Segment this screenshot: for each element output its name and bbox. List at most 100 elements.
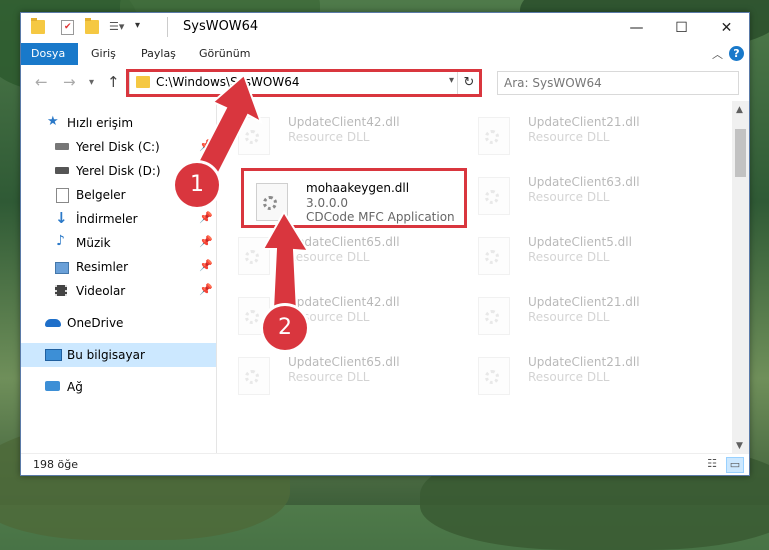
search-input[interactable]: Ara: SysWOW64 <box>497 71 739 95</box>
maximize-button[interactable]: ☐ <box>659 13 704 43</box>
sidebar-item-label: Müzik <box>76 236 111 250</box>
sidebar-item-label: Belgeler <box>76 188 126 202</box>
sidebar-item-network[interactable]: Ağ <box>21 375 216 399</box>
file-name: UpdateClient65.dll <box>288 355 400 369</box>
file-name: UpdateClient21.dll <box>528 355 640 369</box>
step-2-badge: 2 <box>263 306 307 350</box>
file-type: Resource DLL <box>288 250 370 264</box>
sidebar-item-label: Videolar <box>76 284 126 298</box>
dll-file-icon <box>478 237 510 275</box>
title-bar: ✔ ☰▾ ▾ SysWOW64 — ☐ ✕ <box>21 13 749 43</box>
scroll-up-icon[interactable]: ▲ <box>736 105 743 115</box>
file-type: Resource DLL <box>528 250 610 264</box>
scroll-thumb[interactable] <box>735 129 746 177</box>
pictures-icon <box>55 262 69 274</box>
file-name: UpdateClient63.dll <box>528 175 640 189</box>
drive-icon <box>55 143 69 150</box>
file-name: UpdateClient5.dll <box>528 235 632 249</box>
file-highlight-box <box>241 168 467 228</box>
dll-file-icon <box>238 237 270 275</box>
dll-file-icon <box>478 297 510 335</box>
address-highlight-box <box>126 69 482 97</box>
folder-icon <box>31 18 45 34</box>
new-folder-icon[interactable] <box>85 18 99 34</box>
pin-icon[interactable]: 📌 <box>199 235 213 248</box>
close-button[interactable]: ✕ <box>704 13 749 43</box>
cloud-icon <box>45 319 61 327</box>
pane-divider[interactable] <box>216 103 217 453</box>
list-item[interactable]: UpdateClient63.dll Resource DLL <box>466 167 696 221</box>
sidebar-item-label: Ağ <box>67 380 83 394</box>
drive-icon <box>55 167 69 174</box>
sidebar-item-label: Yerel Disk (C:) <box>76 140 160 154</box>
sidebar-item-label: OneDrive <box>67 316 124 330</box>
back-icon[interactable]: ← <box>35 73 48 91</box>
minimize-button[interactable]: — <box>614 13 659 43</box>
tab-giris[interactable]: Giriş <box>81 43 126 65</box>
properties-icon[interactable]: ✔ <box>61 20 74 35</box>
file-name: UpdateClient42.dll <box>288 115 400 129</box>
pin-icon[interactable]: 📌 <box>199 259 213 272</box>
file-type: Resource DLL <box>288 130 370 144</box>
vertical-scrollbar[interactable]: ▲ ▼ <box>732 101 749 453</box>
list-item[interactable]: UpdateClient65.dll Resource DLL <box>226 227 456 281</box>
file-name: UpdateClient21.dll <box>528 295 640 309</box>
list-item[interactable]: UpdateClient21.dll Resource DLL <box>466 347 696 401</box>
download-icon: ↓ <box>55 209 68 227</box>
star-icon: ★ <box>47 114 59 129</box>
tab-dosya[interactable]: Dosya <box>21 43 78 65</box>
sidebar-item-this-pc[interactable]: Bu bilgisayar <box>21 343 216 367</box>
pin-dropdown-icon[interactable]: ▾ <box>135 20 149 34</box>
list-item[interactable]: UpdateClient42.dll Resource DLL <box>226 287 456 341</box>
navigation-pane: ★ Hızlı erişim Yerel Disk (C:) 📌 Yerel D… <box>21 103 216 453</box>
details-view-icon[interactable]: ☷ <box>704 457 720 471</box>
sidebar-item-disk-c[interactable]: Yerel Disk (C:) 📌 <box>21 135 216 159</box>
sidebar-item-label: Yerel Disk (D:) <box>76 164 161 178</box>
list-item[interactable]: UpdateClient65.dll Resource DLL <box>226 347 456 401</box>
sidebar-item-downloads[interactable]: ↓ İndirmeler 📌 <box>21 207 216 231</box>
pin-icon[interactable]: 📌 <box>199 283 213 296</box>
file-type: Resource DLL <box>528 310 610 324</box>
tab-gorunum[interactable]: Görünüm <box>189 43 260 65</box>
file-name: UpdateClient21.dll <box>528 115 640 129</box>
sidebar-item-onedrive[interactable]: OneDrive <box>21 311 216 335</box>
pin-icon[interactable]: 📌 <box>199 211 213 224</box>
sidebar-item-videos[interactable]: Videolar 📌 <box>21 279 216 303</box>
dll-file-icon <box>238 117 270 155</box>
file-type: Resource DLL <box>528 130 610 144</box>
explorer-window: ✔ ☰▾ ▾ SysWOW64 — ☐ ✕ Dosya Giriş Paylaş… <box>20 12 750 476</box>
dll-file-icon <box>478 117 510 155</box>
music-icon: ♪ <box>56 233 65 249</box>
file-type: Resource DLL <box>528 370 610 384</box>
file-type: Resource DLL <box>528 190 610 204</box>
up-icon[interactable]: ↑ <box>107 73 120 91</box>
list-item[interactable]: UpdateClient21.dll Resource DLL <box>466 287 696 341</box>
file-name: UpdateClient42.dll <box>288 295 400 309</box>
customize-toolbar-icon[interactable]: ☰▾ <box>109 20 127 34</box>
sidebar-item-label: İndirmeler <box>76 212 138 226</box>
list-item[interactable]: UpdateClient21.dll Resource DLL <box>466 107 696 161</box>
title-divider <box>167 17 168 37</box>
list-item[interactable]: UpdateClient5.dll Resource DLL <box>466 227 696 281</box>
recent-dropdown-icon[interactable]: ▾ <box>89 77 94 88</box>
tab-paylas[interactable]: Paylaş <box>131 43 186 65</box>
file-list: UpdateClient42.dll Resource DLL mohaakey… <box>226 101 731 456</box>
documents-icon <box>56 188 69 203</box>
help-icon[interactable]: ? <box>729 46 744 61</box>
pin-icon[interactable]: 📌 <box>199 139 213 152</box>
dll-file-icon <box>478 177 510 215</box>
list-item[interactable]: UpdateClient42.dll Resource DLL <box>226 107 456 161</box>
sidebar-item-music[interactable]: ♪ Müzik 📌 <box>21 231 216 255</box>
large-icons-view-icon[interactable]: ▭ <box>726 457 744 473</box>
dll-file-icon <box>238 357 270 395</box>
dll-file-icon <box>478 357 510 395</box>
forward-icon[interactable]: → <box>63 73 76 91</box>
window-title: SysWOW64 <box>183 19 259 34</box>
step-1-badge: 1 <box>175 163 219 207</box>
collapse-ribbon-icon[interactable]: ︿ <box>712 46 723 62</box>
scroll-down-icon[interactable]: ▼ <box>736 441 743 451</box>
sidebar-item-label: Hızlı erişim <box>67 116 134 130</box>
video-icon <box>55 285 67 296</box>
sidebar-item-pictures[interactable]: Resimler 📌 <box>21 255 216 279</box>
sidebar-item-quick-access[interactable]: ★ Hızlı erişim <box>21 111 216 135</box>
